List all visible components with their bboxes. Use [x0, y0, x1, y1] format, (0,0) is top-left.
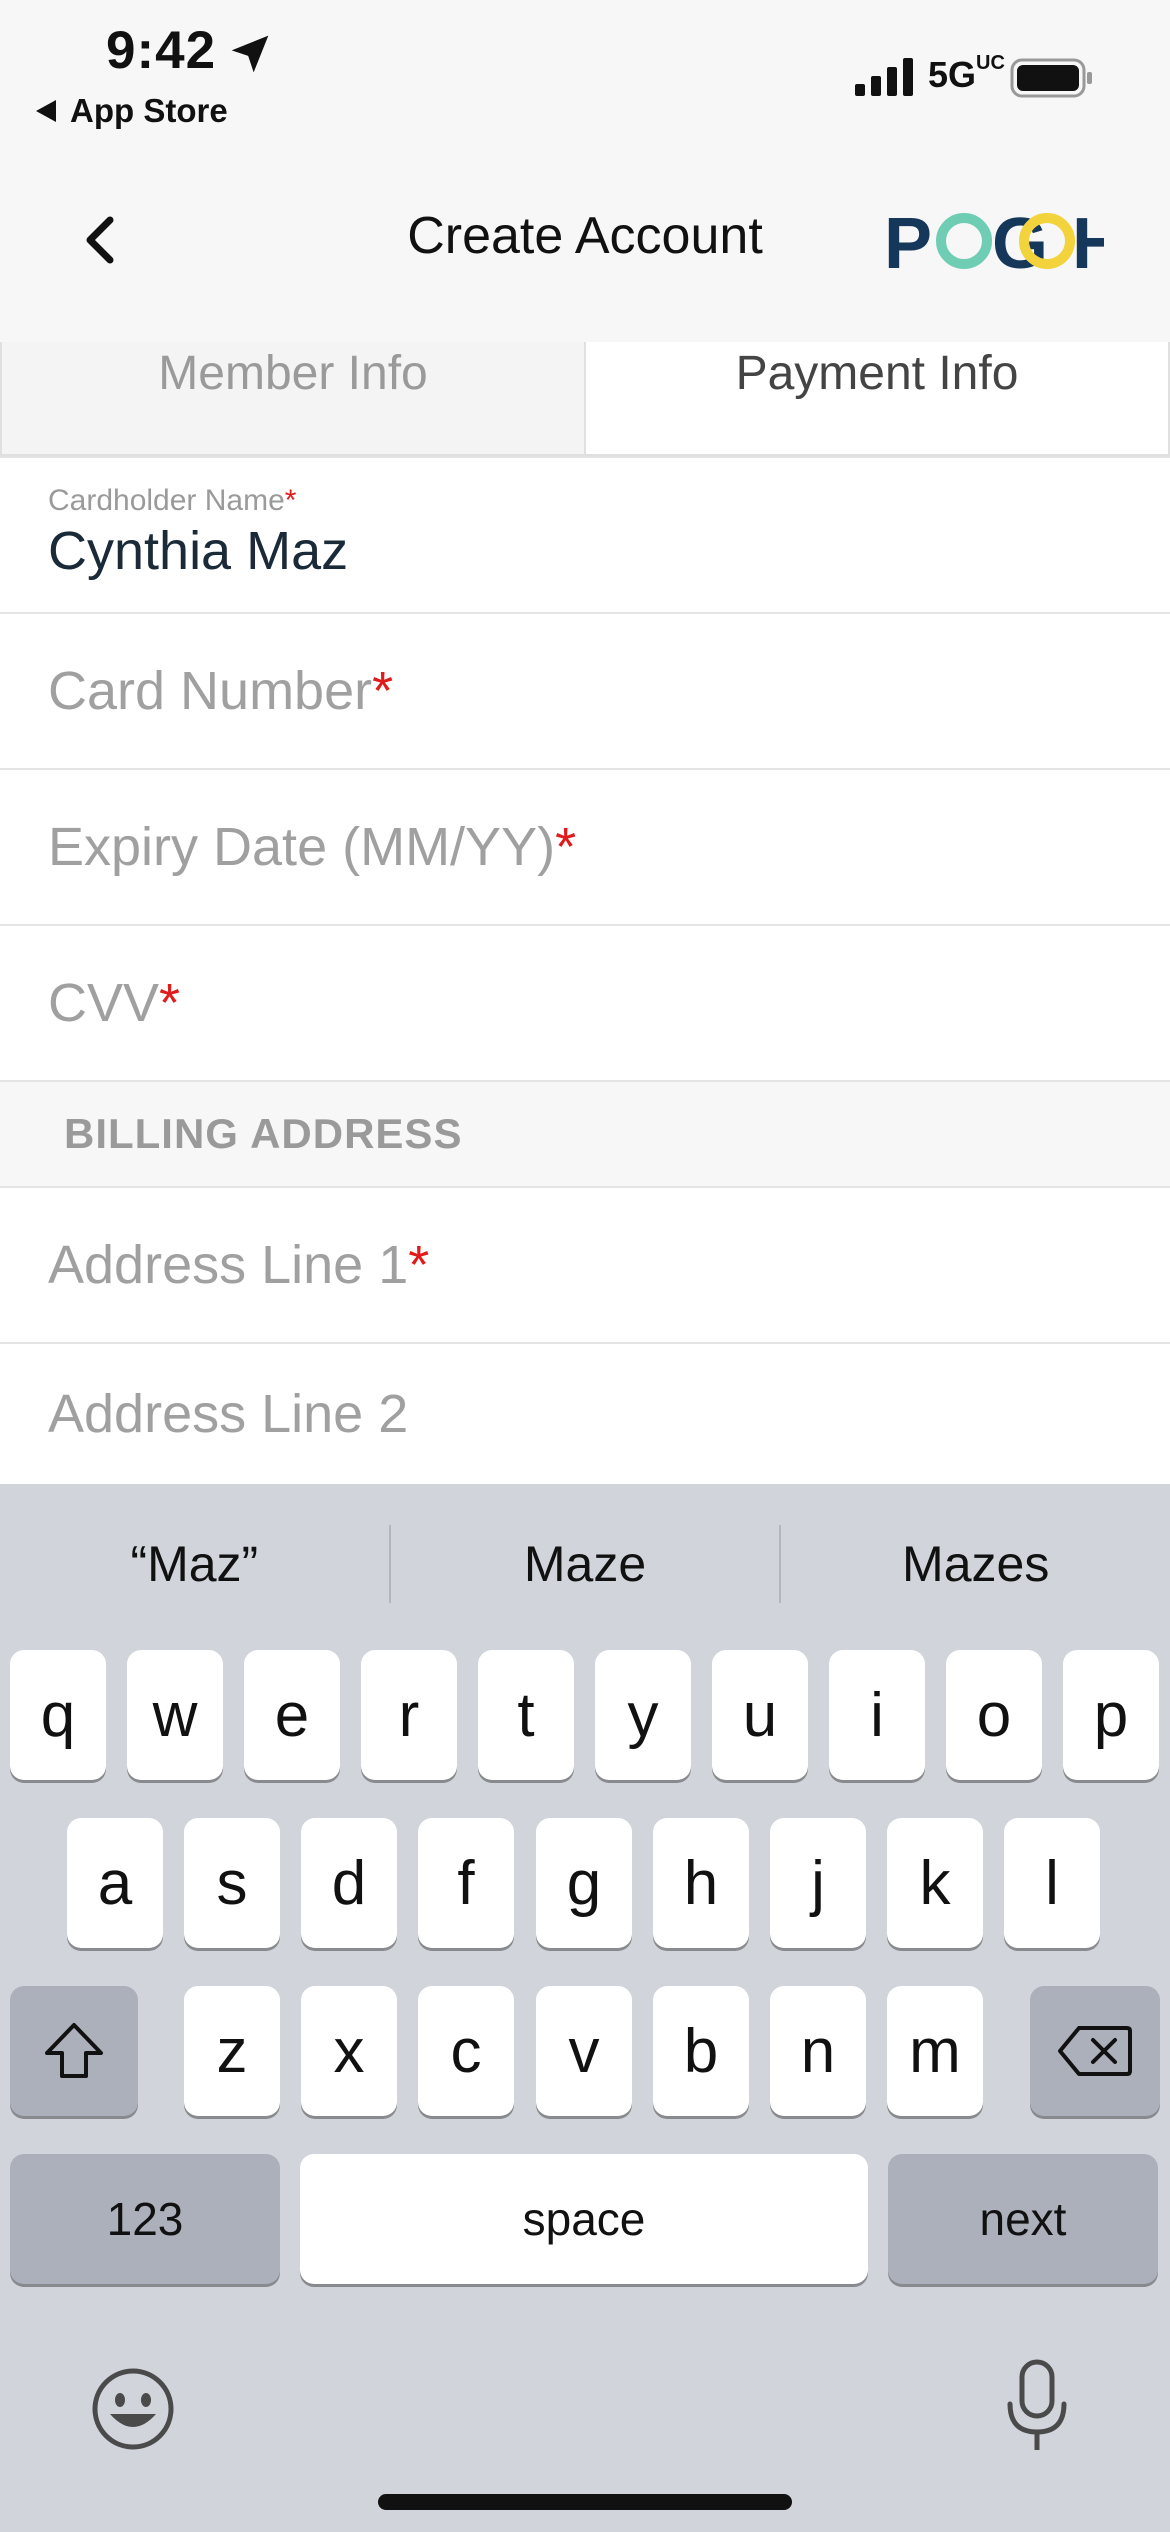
key-d[interactable]: d	[301, 1818, 397, 1948]
tab-bar: Member Info Payment Info	[0, 342, 1170, 458]
key-k[interactable]: k	[887, 1818, 983, 1948]
back-to-app-store[interactable]: App Store	[36, 92, 228, 130]
address-line-2-field[interactable]: Address Line 2	[0, 1344, 1170, 1484]
key-q[interactable]: q	[10, 1650, 106, 1780]
delete-key[interactable]	[1030, 1986, 1160, 2116]
space-key[interactable]: space	[300, 2154, 868, 2284]
key-g[interactable]: g	[536, 1818, 632, 1948]
next-key[interactable]: next	[888, 2154, 1158, 2284]
location-arrow-icon	[231, 35, 269, 73]
tab-label: Member Info	[158, 347, 428, 400]
cvv-field[interactable]: CVV*	[0, 926, 1170, 1082]
cardholder-name-field[interactable]: Cardholder Name* Cynthia Maz	[0, 458, 1170, 614]
back-triangle-icon	[36, 100, 56, 122]
battery-icon	[1010, 58, 1092, 98]
address-line-2-placeholder: Address Line 2	[48, 1384, 409, 1444]
key-e[interactable]: e	[244, 1650, 340, 1780]
emoji-icon[interactable]	[88, 2364, 178, 2454]
key-y[interactable]: y	[595, 1650, 691, 1780]
key-w[interactable]: w	[127, 1650, 223, 1780]
cardholder-name-label: Cardholder Name*	[48, 484, 297, 517]
key-j[interactable]: j	[770, 1818, 866, 1948]
keyboard: “Maz” Maze Mazes q w e r t y u i o p a s…	[0, 1484, 1170, 2532]
payment-form: Cardholder Name* Cynthia Maz Card Number…	[0, 458, 1170, 1484]
key-b[interactable]: b	[653, 1986, 749, 2116]
tab-payment-info[interactable]: Payment Info	[586, 342, 1170, 456]
key-p[interactable]: p	[1063, 1650, 1159, 1780]
svg-text:H: H	[1072, 204, 1104, 278]
key-v[interactable]: v	[536, 1986, 632, 2116]
key-s[interactable]: s	[184, 1818, 280, 1948]
key-m[interactable]: m	[887, 1986, 983, 2116]
suggestion-item[interactable]: Maze	[391, 1535, 780, 1593]
tab-member-info[interactable]: Member Info	[0, 342, 586, 456]
key-r[interactable]: r	[361, 1650, 457, 1780]
cardholder-name-value: Cynthia Maz	[48, 521, 349, 581]
status-bar: 9:42 App Store 5GUC	[0, 0, 1170, 150]
key-u[interactable]: u	[712, 1650, 808, 1780]
card-number-placeholder: Card Number*	[48, 661, 394, 721]
billing-address-header: BILLING ADDRESS	[0, 1082, 1170, 1188]
key-x[interactable]: x	[301, 1986, 397, 2116]
svg-text:P: P	[884, 204, 932, 278]
address-line-1-placeholder: Address Line 1*	[48, 1235, 430, 1295]
shift-key[interactable]	[10, 1986, 138, 2116]
expiry-date-field[interactable]: Expiry Date (MM/YY)*	[0, 770, 1170, 926]
suggestion-bar: “Maz” Maze Mazes	[0, 1484, 1170, 1644]
key-i[interactable]: i	[829, 1650, 925, 1780]
key-z[interactable]: z	[184, 1986, 280, 2116]
home-indicator[interactable]	[378, 2494, 792, 2510]
key-l[interactable]: l	[1004, 1818, 1100, 1948]
address-line-1-field[interactable]: Address Line 1*	[0, 1188, 1170, 1344]
card-number-field[interactable]: Card Number*	[0, 614, 1170, 770]
network-type: 5GUC	[928, 52, 1005, 95]
key-a[interactable]: a	[67, 1818, 163, 1948]
back-app-label: App Store	[70, 92, 228, 129]
shift-arrow-icon	[45, 2023, 103, 2078]
key-t[interactable]: t	[478, 1650, 574, 1780]
key-h[interactable]: h	[653, 1818, 749, 1948]
cvv-placeholder: CVV*	[48, 973, 181, 1033]
suggestion-item[interactable]: Mazes	[781, 1535, 1170, 1593]
key-f[interactable]: f	[418, 1818, 514, 1948]
pogoh-logo: P G H	[884, 204, 1104, 278]
tab-label: Payment Info	[735, 347, 1019, 400]
microphone-icon[interactable]	[1000, 2356, 1074, 2456]
key-c[interactable]: c	[418, 1986, 514, 2116]
backspace-icon	[1058, 2026, 1132, 2076]
key-n[interactable]: n	[770, 1986, 866, 2116]
navigation-bar: Create Account P G H	[0, 150, 1170, 342]
cellular-signal-icon	[855, 58, 913, 96]
key-o[interactable]: o	[946, 1650, 1042, 1780]
numbers-key[interactable]: 123	[10, 2154, 280, 2284]
suggestion-item[interactable]: “Maz”	[0, 1535, 389, 1593]
status-time: 9:42	[106, 21, 217, 80]
expiry-date-placeholder: Expiry Date (MM/YY)*	[48, 817, 577, 877]
